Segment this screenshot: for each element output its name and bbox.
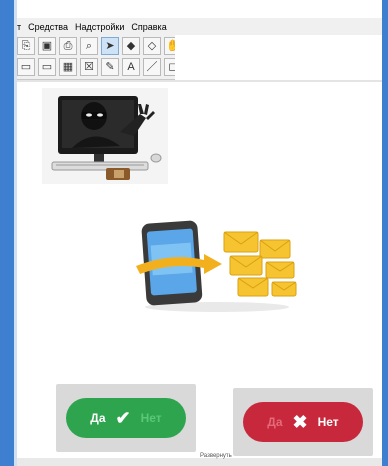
phone-messages-image xyxy=(136,220,297,312)
zoom-icon[interactable]: ⌕ xyxy=(80,37,98,55)
no-label: Нет xyxy=(317,415,339,429)
yes-button[interactable]: Да ✔ Нет xyxy=(66,398,186,438)
text-icon[interactable]: A xyxy=(122,58,140,76)
screen-icon[interactable]: ▭ xyxy=(38,58,56,76)
yes-label: Да xyxy=(90,411,106,425)
no-button[interactable]: Да ✖ Нет xyxy=(243,402,363,442)
menu-item-help[interactable]: Справка xyxy=(131,22,166,32)
yes-button-panel: Да ✔ Нет xyxy=(56,384,196,452)
close-icon: ✖ xyxy=(292,411,308,432)
toolbar-empty-area xyxy=(175,35,382,79)
pen-icon[interactable]: ✎ xyxy=(101,58,119,76)
expand-label[interactable]: Развернуть xyxy=(200,453,232,459)
close-box-icon[interactable]: ☒ xyxy=(80,58,98,76)
menu-bar: т Средства Надстройки Справка xyxy=(17,18,382,35)
window-frame-left xyxy=(0,0,14,466)
title-area xyxy=(17,0,382,18)
no-label-dimmed: Нет xyxy=(140,411,162,425)
yes-label-dimmed: Да xyxy=(267,415,283,429)
print-icon[interactable]: ⎙ xyxy=(59,37,77,55)
menu-item-partial[interactable]: т xyxy=(17,22,21,32)
taskbar-strip xyxy=(17,458,382,466)
table-icon[interactable]: ▦ xyxy=(59,58,77,76)
hacker-computer-image xyxy=(42,88,168,184)
canvas-top-edge xyxy=(17,80,382,82)
image-icon[interactable]: ▣ xyxy=(38,37,56,55)
menu-item-addins[interactable]: Надстройки xyxy=(75,22,124,32)
pointer-icon[interactable]: ➤ xyxy=(101,37,119,55)
line-icon[interactable]: ／ xyxy=(143,58,161,76)
fill-icon[interactable]: ◆ xyxy=(122,37,140,55)
open-icon[interactable]: ⎘ xyxy=(17,37,35,55)
window-frame-right xyxy=(382,0,388,466)
check-icon: ✔ xyxy=(115,407,131,428)
eraser-icon[interactable]: ◇ xyxy=(143,37,161,55)
menu-item-tools[interactable]: Средства xyxy=(28,22,68,32)
rectangle-icon[interactable]: ▭ xyxy=(17,58,35,76)
toolbar: ⎘ ▣ ⎙ ⌕ ➤ ◆ ◇ ✋ ▭ ▭ ▦ ☒ ✎ A ／ ◻ xyxy=(17,35,182,80)
no-button-panel: Да ✖ Нет xyxy=(233,388,373,456)
